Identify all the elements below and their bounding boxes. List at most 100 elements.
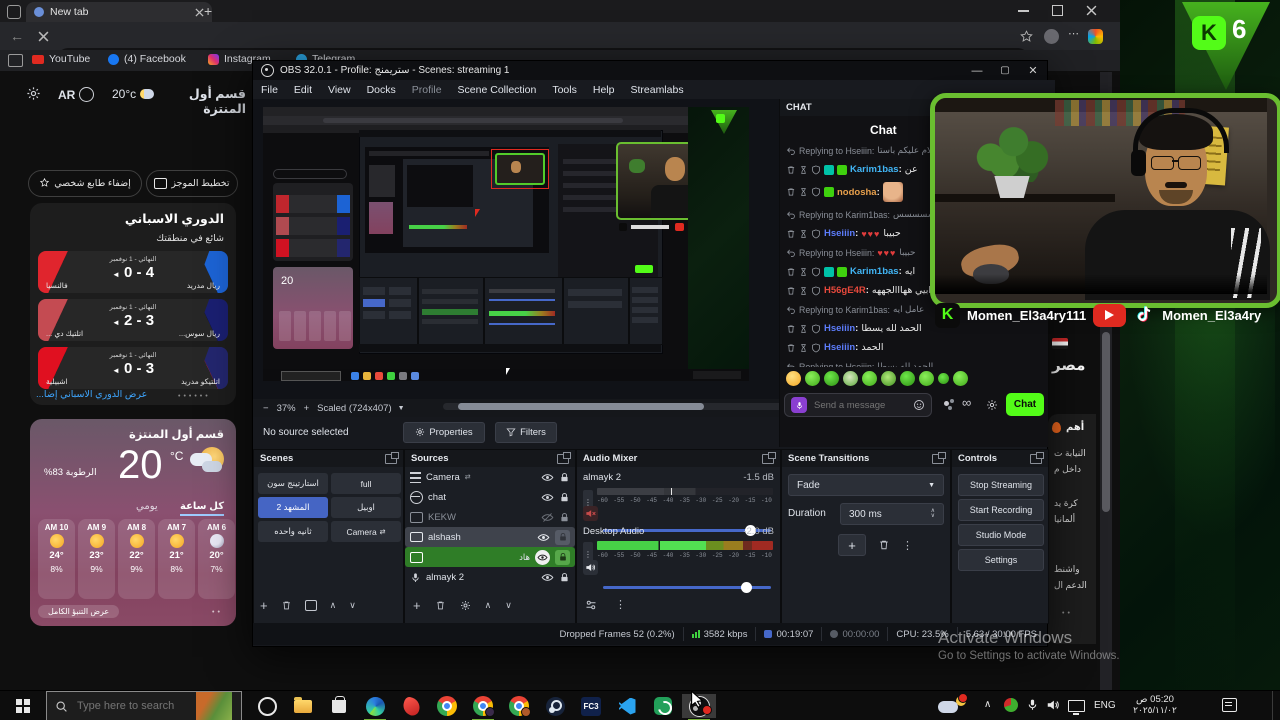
news-line[interactable]: كرة يد <box>1054 498 1078 509</box>
window-maximize-button[interactable] <box>1052 5 1063 16</box>
taskbar-explorer-icon[interactable] <box>286 694 320 718</box>
advanced-audio-icon[interactable] <box>585 599 597 611</box>
tab-search-icon[interactable] <box>7 5 21 19</box>
window-close-button[interactable] <box>1086 5 1097 16</box>
mixer-menu-icon[interactable]: ⋮ <box>615 598 626 611</box>
obs-maximize-button[interactable]: ▢ <box>991 65 1019 76</box>
dock-popout-icon[interactable] <box>932 451 946 464</box>
spinner-arrows[interactable]: ∧ ∨ <box>931 508 935 519</box>
timeout-icon[interactable] <box>799 267 808 277</box>
dock-popout-icon[interactable] <box>1030 451 1044 464</box>
carousel-dots[interactable]: •••••• <box>178 393 211 400</box>
browser-menu-icon[interactable]: ⋯ <box>1068 27 1080 40</box>
menu-edit[interactable]: Edit <box>294 84 312 96</box>
preview-canvas[interactable]: 20 <box>263 107 749 381</box>
delete-message-icon[interactable] <box>786 165 796 175</box>
source-row[interactable]: Camera ⇄ <box>405 467 575 487</box>
chat-username[interactable]: H56gE4R <box>824 285 869 296</box>
chat-username[interactable]: Hseiiin <box>824 323 858 334</box>
emote-icon[interactable] <box>862 371 877 386</box>
source-properties-button[interactable] <box>460 600 471 611</box>
news-line[interactable]: النيابة ت <box>1054 448 1086 459</box>
taskbar-fc-icon[interactable]: FC3 <box>574 694 608 718</box>
hscrollbar-thumb[interactable] <box>458 403 704 410</box>
menu-tools[interactable]: Tools <box>552 84 577 96</box>
scrollbar-thumb[interactable] <box>1102 332 1110 512</box>
menu-streamlabs[interactable]: Streamlabs <box>630 84 683 96</box>
timeout-icon[interactable] <box>799 286 808 296</box>
tray-hidden-icons-chevron[interactable]: ∧ <box>984 699 991 710</box>
chat-settings-gear-icon[interactable] <box>986 399 998 411</box>
match-row[interactable]: النهائي - 1 نوفمبر ◄ 0 - 3 اشبيلية اتلتي… <box>38 347 228 389</box>
taskbar-green-app-icon[interactable] <box>646 694 680 718</box>
delete-message-icon[interactable] <box>786 187 796 197</box>
slider-handle[interactable] <box>741 582 752 593</box>
weather-tab-hourly[interactable]: كل ساعة <box>180 501 225 516</box>
taskbar-vscode-icon[interactable] <box>610 694 644 718</box>
timeout-icon[interactable] <box>799 229 808 239</box>
tray-language-label[interactable]: ENG <box>1094 700 1116 711</box>
add-scene-button[interactable]: + <box>260 598 268 613</box>
obs-minimize-button[interactable]: — <box>963 65 991 77</box>
delete-message-icon[interactable] <box>786 229 796 239</box>
scene-up-button[interactable]: ∧ <box>330 600 337 611</box>
menu-profile[interactable]: Profile <box>412 84 442 96</box>
browser-tab[interactable]: New tab <box>26 2 212 22</box>
scene-down-button[interactable]: ∨ <box>349 600 356 611</box>
news-line[interactable]: الدعم ال <box>1054 580 1087 591</box>
sources-dock-header[interactable]: Sources <box>405 450 575 467</box>
transition-dropdown[interactable]: Fade ▼ <box>788 474 944 496</box>
lock-chip[interactable] <box>555 529 570 545</box>
ban-icon[interactable] <box>811 324 821 334</box>
scene-filters-button[interactable] <box>304 600 317 611</box>
news-widget-thumbnail[interactable] <box>196 692 232 720</box>
chat-username[interactable]: Karim1bas <box>850 266 902 277</box>
chat-send-button[interactable]: Chat <box>1006 393 1044 416</box>
taskbar-steam-icon[interactable] <box>538 694 572 718</box>
source-row-hidden[interactable]: KEKW <box>405 507 575 527</box>
timeout-icon[interactable] <box>799 343 808 353</box>
ban-icon[interactable] <box>811 187 821 197</box>
visibility-eye-icon[interactable] <box>541 471 554 484</box>
taskbar-chrome-profile2-icon[interactable] <box>466 694 500 720</box>
news-line[interactable]: واشنط <box>1054 564 1080 575</box>
emote-icon[interactable] <box>881 371 896 386</box>
dock-popout-icon[interactable] <box>557 451 571 464</box>
match-row[interactable]: النهائي - 1 نوفمبر ◄ 2 - 3 اتلتيك دي ...… <box>38 299 228 341</box>
news-line[interactable]: داخل م <box>1054 464 1081 475</box>
taskbar-cortana-icon[interactable] <box>250 694 284 718</box>
source-up-button[interactable]: ∧ <box>485 600 492 611</box>
window-minimize-button[interactable] <box>1018 10 1029 12</box>
emote-icon[interactable] <box>805 371 820 386</box>
language-toggle[interactable]: AR <box>58 87 95 102</box>
lock-chip[interactable] <box>555 549 570 565</box>
menu-help[interactable]: Help <box>593 84 615 96</box>
remove-transition-button[interactable] <box>878 539 890 551</box>
eye-chip[interactable] <box>535 549 550 565</box>
scenes-dock-header[interactable]: Scenes <box>254 450 403 467</box>
scene-button[interactable]: استارتينج سون <box>258 473 328 494</box>
feed-layout-button[interactable]: تخطيط الموجز <box>146 170 238 197</box>
dock-popout-icon[interactable] <box>385 451 399 464</box>
scene-button[interactable]: ثانيه واحده <box>258 521 328 542</box>
lock-icon[interactable] <box>559 511 570 524</box>
tray-action-center-icon[interactable] <box>1222 698 1237 717</box>
start-button[interactable] <box>0 691 46 720</box>
copilot-icon[interactable] <box>1088 29 1103 44</box>
delete-message-icon[interactable] <box>786 286 796 296</box>
favorites-icon[interactable] <box>1020 30 1033 43</box>
new-tab-button[interactable]: + <box>204 4 212 18</box>
obs-close-button[interactable]: ✕ <box>1019 64 1047 77</box>
emote-icon[interactable] <box>786 371 801 386</box>
ban-icon[interactable] <box>811 267 821 277</box>
chat-username[interactable]: Hseiiin <box>824 342 858 353</box>
emote-icon[interactable] <box>938 373 949 384</box>
visibility-eye-off-icon[interactable] <box>541 511 554 524</box>
personalize-button[interactable]: إضفاء طابع شخصي <box>28 170 142 197</box>
lock-icon[interactable] <box>559 571 570 584</box>
scene-button[interactable]: اوبيل <box>331 497 401 518</box>
chat-input[interactable] <box>812 398 908 412</box>
visibility-eye-icon[interactable] <box>541 571 554 584</box>
add-transition-button[interactable]: + <box>838 534 866 556</box>
stop-loading-button[interactable] <box>38 31 49 42</box>
